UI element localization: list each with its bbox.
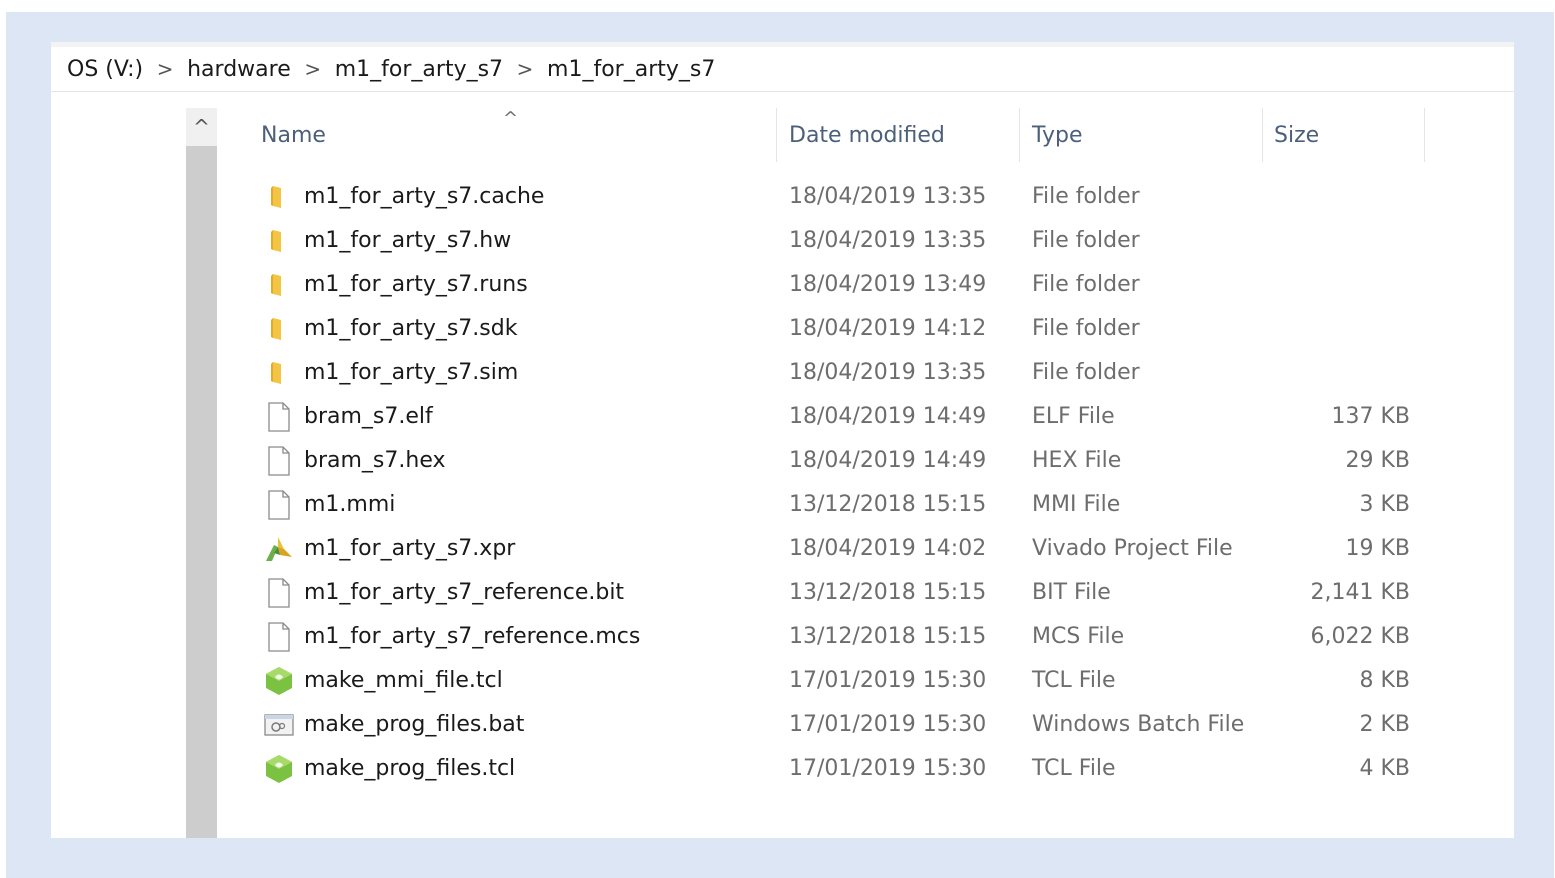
file-name[interactable]: m1.mmi bbox=[304, 483, 395, 527]
column-header-date[interactable]: Date modified bbox=[789, 108, 945, 162]
file-date-modified: 18/04/2019 14:49 bbox=[789, 448, 987, 473]
file-row[interactable]: m1_for_arty_s7.sdk 18/04/2019 14:12 File f… bbox=[51, 307, 1514, 351]
breadcrumb[interactable]: OS (V:) > hardware > m1_for_arty_s7 > m1… bbox=[51, 47, 1514, 92]
file-type: TCL File bbox=[1032, 668, 1116, 693]
file-size: 8 KB bbox=[1359, 668, 1410, 693]
file-date-modified: 13/12/2018 15:15 bbox=[789, 492, 987, 517]
folder-icon bbox=[263, 351, 295, 395]
column-divider[interactable] bbox=[1424, 108, 1425, 162]
folder-icon bbox=[263, 175, 295, 219]
file-icon bbox=[263, 439, 295, 483]
file-name[interactable]: m1_for_arty_s7_reference.mcs bbox=[304, 615, 640, 659]
file-type: ELF File bbox=[1032, 404, 1115, 429]
file-name[interactable]: bram_s7.hex bbox=[304, 439, 446, 483]
file-row[interactable]: m1_for_arty_s7_reference.bit 13/12/2018 1… bbox=[51, 571, 1514, 615]
column-header-type[interactable]: Type bbox=[1032, 108, 1083, 162]
file-date-modified: 18/04/2019 13:49 bbox=[789, 272, 987, 297]
file-size: 19 KB bbox=[1345, 536, 1410, 561]
tcl-icon bbox=[263, 659, 295, 703]
file-type: BIT File bbox=[1032, 580, 1111, 605]
file-date-modified: 18/04/2019 14:12 bbox=[789, 316, 987, 341]
file-row[interactable]: bram_s7.elf 18/04/2019 14:49 ELF File 137 K… bbox=[51, 395, 1514, 439]
file-name[interactable]: m1_for_arty_s7.xpr bbox=[304, 527, 515, 571]
file-type: TCL File bbox=[1032, 756, 1116, 781]
file-date-modified: 17/01/2019 15:30 bbox=[789, 756, 987, 781]
file-size: 6,022 KB bbox=[1310, 624, 1411, 649]
file-row[interactable]: m1_for_arty_s7.runs 18/04/2019 13:49 File … bbox=[51, 263, 1514, 307]
file-name[interactable]: make_prog_files.tcl bbox=[304, 747, 515, 791]
file-row[interactable]: make_mmi_file.tcl 17/01/2019 15:30 TCL Fil… bbox=[51, 659, 1514, 703]
breadcrumb-item-project[interactable]: m1_for_arty_s7 bbox=[335, 57, 503, 82]
file-size: 2,141 KB bbox=[1310, 580, 1411, 605]
file-type: Windows Batch File bbox=[1032, 712, 1245, 737]
file-size: 3 KB bbox=[1359, 492, 1410, 517]
file-size: 2 KB bbox=[1359, 712, 1410, 737]
file-type: MMI File bbox=[1032, 492, 1121, 517]
file-type: File folder bbox=[1032, 228, 1140, 253]
file-name[interactable]: m1_for_arty_s7_reference.bit bbox=[304, 571, 624, 615]
file-date-modified: 13/12/2018 15:15 bbox=[789, 624, 987, 649]
file-name[interactable]: m1_for_arty_s7.hw bbox=[304, 219, 511, 263]
file-row[interactable]: m1.mmi 13/12/2018 15:15 MMI File 3 KB bbox=[51, 483, 1514, 527]
file-row[interactable]: make_prog_files.bat 17/01/2019 15:30 Windo… bbox=[51, 703, 1514, 747]
file-date-modified: 17/01/2019 15:30 bbox=[789, 668, 987, 693]
file-name[interactable]: m1_for_arty_s7.sim bbox=[304, 351, 518, 395]
file-date-modified: 18/04/2019 14:49 bbox=[789, 404, 987, 429]
vivado-icon bbox=[263, 527, 295, 571]
file-date-modified: 18/04/2019 13:35 bbox=[789, 184, 987, 209]
folder-icon bbox=[263, 219, 295, 263]
file-row[interactable]: m1_for_arty_s7.sim 18/04/2019 13:35 File f… bbox=[51, 351, 1514, 395]
tcl-icon bbox=[263, 747, 295, 791]
column-divider[interactable] bbox=[776, 108, 777, 162]
column-header-size[interactable]: Size bbox=[1274, 108, 1319, 162]
file-name[interactable]: make_prog_files.bat bbox=[304, 703, 524, 747]
file-type: File folder bbox=[1032, 360, 1140, 385]
file-row[interactable]: m1_for_arty_s7.xpr 18/04/2019 14:02 Vivado… bbox=[51, 527, 1514, 571]
file-icon bbox=[263, 615, 295, 659]
breadcrumb-item-hardware[interactable]: hardware bbox=[187, 57, 291, 82]
explorer-window: OS (V:) > hardware > m1_for_arty_s7 > m1… bbox=[51, 42, 1514, 838]
file-name[interactable]: m1_for_arty_s7.runs bbox=[304, 263, 528, 307]
sort-ascending-icon: ^ bbox=[503, 108, 519, 129]
file-row[interactable]: bram_s7.hex 18/04/2019 14:49 HEX File 29 KB bbox=[51, 439, 1514, 483]
file-icon bbox=[263, 395, 295, 439]
chevron-right-icon: > bbox=[516, 57, 534, 81]
file-row[interactable]: make_prog_files.tcl 17/01/2019 15:30 TCL F… bbox=[51, 747, 1514, 791]
file-icon bbox=[263, 483, 295, 527]
breadcrumb-item-drive[interactable]: OS (V:) bbox=[67, 57, 143, 82]
folder-icon bbox=[263, 307, 295, 351]
file-type: File folder bbox=[1032, 316, 1140, 341]
file-date-modified: 17/01/2019 15:30 bbox=[789, 712, 987, 737]
file-type: File folder bbox=[1032, 184, 1140, 209]
file-type: MCS File bbox=[1032, 624, 1125, 649]
file-name[interactable]: bram_s7.elf bbox=[304, 395, 433, 439]
breadcrumb-item-current[interactable]: m1_for_arty_s7 bbox=[547, 57, 715, 82]
file-size: 137 KB bbox=[1331, 404, 1410, 429]
file-type: Vivado Project File bbox=[1032, 536, 1233, 561]
column-divider[interactable] bbox=[1262, 108, 1263, 162]
column-header-row: Name ^ Date modified Type Size bbox=[51, 108, 1514, 162]
file-name[interactable]: m1_for_arty_s7.sdk bbox=[304, 307, 517, 351]
folder-icon bbox=[263, 263, 295, 307]
file-type: File folder bbox=[1032, 272, 1140, 297]
file-name[interactable]: m1_for_arty_s7.cache bbox=[304, 175, 544, 219]
file-date-modified: 18/04/2019 14:02 bbox=[789, 536, 987, 561]
file-list: m1_for_arty_s7.cache 18/04/2019 13:35 File… bbox=[51, 175, 1514, 791]
file-size: 4 KB bbox=[1359, 756, 1410, 781]
batch-icon bbox=[263, 703, 295, 747]
file-icon bbox=[263, 571, 295, 615]
file-size: 29 KB bbox=[1345, 448, 1410, 473]
chevron-right-icon: > bbox=[304, 57, 322, 81]
file-name[interactable]: make_mmi_file.tcl bbox=[304, 659, 503, 703]
file-date-modified: 18/04/2019 13:35 bbox=[789, 228, 987, 253]
file-date-modified: 13/12/2018 15:15 bbox=[789, 580, 987, 605]
column-divider[interactable] bbox=[1019, 108, 1020, 162]
file-row[interactable]: m1_for_arty_s7_reference.mcs 13/12/2018 1… bbox=[51, 615, 1514, 659]
file-date-modified: 18/04/2019 13:35 bbox=[789, 360, 987, 385]
column-header-name[interactable]: Name bbox=[261, 108, 326, 162]
file-row[interactable]: m1_for_arty_s7.hw 18/04/2019 13:35 File fo… bbox=[51, 219, 1514, 263]
chevron-right-icon: > bbox=[156, 57, 174, 81]
file-row[interactable]: m1_for_arty_s7.cache 18/04/2019 13:35 File… bbox=[51, 175, 1514, 219]
file-type: HEX File bbox=[1032, 448, 1122, 473]
